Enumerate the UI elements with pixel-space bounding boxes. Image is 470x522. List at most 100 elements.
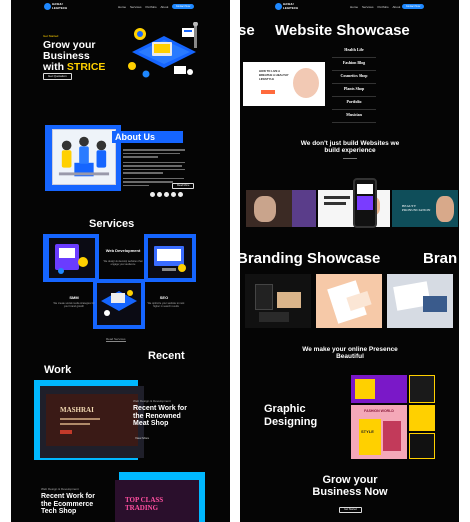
experience-thumb-3-text: BEAUTY PRONUNCIATION bbox=[402, 204, 431, 212]
website-category-list: Health Life Fashion Blog Cosmetics Shop … bbox=[332, 45, 376, 123]
about-team-illustration bbox=[52, 129, 116, 185]
about-read-more-button[interactable]: Read More bbox=[172, 183, 195, 189]
carousel-dot[interactable] bbox=[164, 192, 169, 197]
graphic-poster-4[interactable] bbox=[409, 405, 435, 431]
branding-thumb-3[interactable] bbox=[387, 274, 453, 328]
graphic-poster-3-label: STYLE bbox=[361, 429, 374, 434]
category-portfolio[interactable]: Portfolio bbox=[332, 97, 376, 110]
website-showcase-title: Website Showcase bbox=[275, 22, 410, 39]
experience-divider bbox=[343, 158, 357, 159]
website-showcase-title-prev: se bbox=[240, 22, 255, 39]
service-illustration-left bbox=[49, 238, 95, 278]
graphic-poster-5[interactable] bbox=[409, 433, 435, 459]
nav-links-right: Home Services Portfolio About bbox=[350, 5, 400, 9]
nav-link-portfolio[interactable]: Portfolio bbox=[378, 5, 389, 9]
hero-title-highlight: STRICE bbox=[66, 61, 106, 73]
category-cosmetics-shop[interactable]: Cosmetics Shop bbox=[332, 71, 376, 84]
hero-title-prefix: with bbox=[43, 61, 67, 73]
graphic-poster-3-text: FASHION WORLD bbox=[364, 409, 394, 413]
service-web-development-name: Web Development bbox=[105, 248, 141, 253]
graphic-poster-1[interactable] bbox=[351, 375, 407, 403]
homepage-preview-left: HASHU LEGITECH Home Services Portfolio A… bbox=[11, 0, 230, 522]
brand-logo[interactable]: HASHU LEGITECH bbox=[44, 2, 67, 11]
experience-title-line1: We don't just build Websites we bbox=[300, 140, 400, 147]
experience-thumb-3[interactable]: BEAUTY PRONUNCIATION bbox=[392, 190, 458, 227]
contact-now-button[interactable]: Contact Now bbox=[172, 4, 195, 9]
work1-kicker: Web Design & Development bbox=[133, 399, 171, 403]
experience-phone-mockup bbox=[353, 178, 377, 228]
service-web-development-desc: We design & develop websites that engage… bbox=[103, 260, 143, 266]
nav-link-home[interactable]: Home bbox=[350, 5, 358, 9]
homepage-preview-right: HASHU LEGITECH Home Services Portfolio A… bbox=[240, 0, 459, 522]
services-title: Services bbox=[89, 218, 135, 230]
nav-link-services[interactable]: Services bbox=[362, 5, 374, 9]
get-quotation-button[interactable]: Get Quotation bbox=[43, 73, 72, 80]
top-navigation: HASHU LEGITECH Home Services Portfolio A… bbox=[11, 2, 230, 11]
carousel-dot[interactable] bbox=[157, 192, 162, 197]
nav-link-about[interactable]: About bbox=[393, 5, 401, 9]
service-seo-name: SEO bbox=[159, 295, 169, 300]
contact-now-button-right[interactable]: Contact Now bbox=[402, 4, 425, 9]
about-carousel-dots bbox=[150, 192, 183, 197]
grow-title-line1: Grow your bbox=[322, 474, 378, 486]
category-fashion-blog[interactable]: Fashion Blog bbox=[332, 58, 376, 71]
work2-card[interactable]: TOP CLASS TRADING bbox=[115, 480, 199, 522]
work2-card-text: TOP CLASS TRADING bbox=[125, 496, 164, 512]
work1-card[interactable]: MASHRAI bbox=[40, 386, 144, 458]
nav-link-home[interactable]: Home bbox=[118, 5, 126, 9]
experience-title: We don't just build Websites we build ex… bbox=[280, 140, 420, 154]
carousel-dot[interactable] bbox=[171, 192, 176, 197]
logo-icon bbox=[44, 3, 51, 10]
service-smm-desc: We create social media strategies for yo… bbox=[53, 302, 95, 308]
service-seo-desc: We optimize your website to rank higher … bbox=[147, 302, 185, 308]
recent-work-title-b: Work bbox=[44, 364, 72, 376]
work1-card-text: MASHRAI bbox=[60, 406, 94, 414]
branding-thumb-2[interactable] bbox=[316, 274, 382, 328]
graphic-poster-2[interactable] bbox=[409, 375, 435, 403]
recent-work-title-a: Recent bbox=[148, 350, 185, 362]
presence-title-line1: We make your online Presence bbox=[302, 346, 398, 353]
logo-icon bbox=[275, 3, 282, 10]
website-preview-text: HOW TO LIVE A BREATHE A HEALTHY LIFESTYL… bbox=[259, 69, 289, 81]
service-illustration-right bbox=[148, 238, 192, 278]
graphic-title-line1: Graphic bbox=[264, 403, 306, 415]
category-health-life[interactable]: Health Life bbox=[332, 45, 376, 58]
work1-view-more-link[interactable]: View More bbox=[135, 436, 149, 440]
logo-text: HASHU LEGITECH bbox=[52, 2, 68, 10]
graphic-poster-3[interactable]: FASHION WORLD STYLE bbox=[351, 405, 407, 459]
logo-text: HASHU LEGITECH bbox=[283, 2, 299, 10]
hero-tagline: Get Started bbox=[43, 34, 59, 38]
work1-screenshot: MASHRAI bbox=[46, 394, 138, 446]
service-illustration-center bbox=[97, 283, 141, 325]
nav-link-portfolio[interactable]: Portfolio bbox=[146, 5, 157, 9]
service-smm-name: SMM bbox=[69, 295, 79, 300]
grow-get-started-button[interactable]: Get Started bbox=[339, 507, 362, 513]
nav-links: Home Services Portfolio About bbox=[118, 5, 168, 9]
nav-link-about[interactable]: About bbox=[161, 5, 169, 9]
grow-title-line2: Business Now bbox=[312, 486, 388, 498]
category-musician[interactable]: Musician bbox=[332, 110, 376, 123]
experience-title-line2: build experience bbox=[324, 147, 376, 154]
read-services-link[interactable]: Read Services bbox=[106, 337, 126, 342]
grow-business-title: Grow your Business Now bbox=[300, 474, 400, 498]
about-title: About Us bbox=[112, 131, 183, 143]
hero-illustration bbox=[128, 22, 198, 78]
graphic-designing-title: Graphic Designing bbox=[264, 403, 317, 429]
presence-title-line2: Beautiful bbox=[336, 353, 364, 360]
branding-thumb-1[interactable] bbox=[245, 274, 311, 328]
graphic-title-line2: Designing bbox=[264, 416, 318, 428]
branding-showcase-title-next: Bran bbox=[423, 250, 458, 267]
carousel-dot[interactable] bbox=[178, 192, 183, 197]
experience-thumb-1[interactable] bbox=[246, 190, 316, 227]
website-showcase-preview[interactable]: HOW TO LIVE A BREATHE A HEALTHY LIFESTYL… bbox=[243, 62, 325, 106]
work2-kicker: Web Design & Development bbox=[41, 487, 79, 491]
brand-logo-right[interactable]: HASHU LEGITECH bbox=[275, 2, 298, 11]
work2-title: Recent Work for the Ecommerce Tech Shop bbox=[41, 493, 95, 515]
presence-title: We make your online Presence Beautiful bbox=[280, 346, 420, 360]
top-navigation-right: HASHU LEGITECH Home Services Portfolio A… bbox=[240, 2, 459, 11]
category-plants-shop[interactable]: Plants Shop bbox=[332, 84, 376, 97]
carousel-dot[interactable] bbox=[150, 192, 155, 197]
nav-link-services[interactable]: Services bbox=[130, 5, 142, 9]
branding-showcase-title: Branding Showcase bbox=[240, 250, 381, 267]
work1-title: Recent Work for the Renowned Meat Shop bbox=[133, 405, 187, 427]
